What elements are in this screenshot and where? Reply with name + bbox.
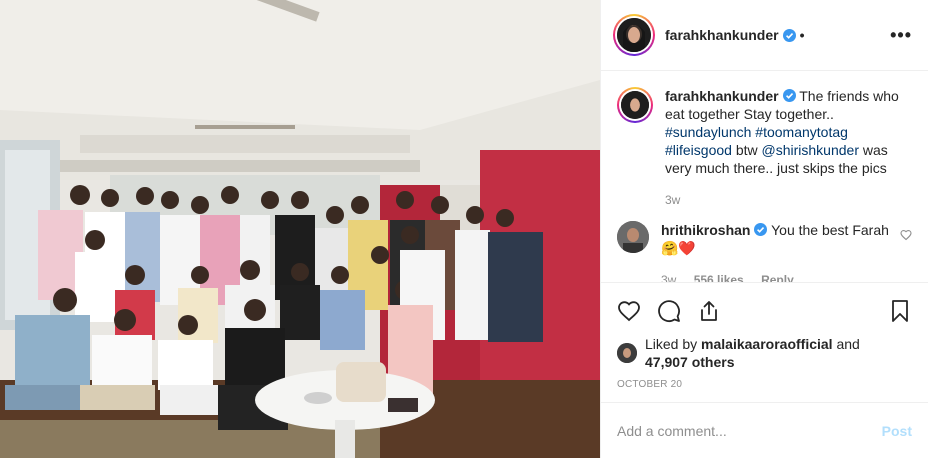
header-username[interactable]: farahkhankunder <box>665 27 779 43</box>
post-comment-button[interactable]: Post <box>882 423 912 439</box>
post-actions: Liked by malaikaaroraofficial and 47,907… <box>601 282 928 390</box>
comment-body: hrithikroshan You the best Farah 🤗❤️ 3w … <box>661 221 912 282</box>
instagram-post-modal: farahkhankunder • ••• farahkhankunder Th… <box>0 0 928 458</box>
caption-username[interactable]: farahkhankunder <box>665 88 779 104</box>
comment-bubble-icon[interactable] <box>657 299 681 323</box>
post-date[interactable]: OCTOBER 20 <box>617 379 912 390</box>
comment: hrithikroshan You the best Farah 🤗❤️ 3w … <box>617 221 912 282</box>
like-heart-icon[interactable] <box>617 299 641 323</box>
caption-text-2: btw <box>731 142 762 158</box>
hashtag-link[interactable]: #lifeisgood <box>665 142 732 158</box>
caption-meta: 3w <box>665 191 912 209</box>
verified-badge-icon <box>782 89 796 102</box>
post-sidebar: farahkhankunder • ••• farahkhankunder Th… <box>600 0 928 458</box>
caption-body: farahkhankunder The friends who eat toge… <box>665 87 912 209</box>
caption: farahkhankunder The friends who eat toge… <box>617 87 912 209</box>
caption-time[interactable]: 3w <box>665 193 680 207</box>
verified-badge-icon <box>782 28 796 42</box>
liked-by-label: Liked by <box>645 336 698 352</box>
post-photo[interactable] <box>0 0 600 458</box>
liker-avatar[interactable] <box>617 343 637 363</box>
likes-text: Liked by malaikaaroraofficial and 47,907… <box>645 335 860 371</box>
group-photo-image <box>0 0 600 458</box>
likes-row: Liked by malaikaaroraofficial and 47,907… <box>617 335 912 371</box>
avatar[interactable] <box>617 18 651 52</box>
comment-likes[interactable]: 556 likes <box>694 273 744 282</box>
bookmark-save-icon[interactable] <box>888 299 912 323</box>
comment-time[interactable]: 3w <box>661 273 676 282</box>
caption-avatar[interactable] <box>621 91 649 119</box>
post-header: farahkhankunder • ••• <box>601 0 928 71</box>
story-ring[interactable] <box>613 14 655 56</box>
comment-meta: 3w 556 likes Reply <box>661 271 892 282</box>
liked-by-user[interactable]: malaikaaroraofficial <box>701 336 833 352</box>
comment-text: You the best Farah <box>771 222 889 238</box>
verified-badge-icon <box>754 223 768 236</box>
share-icon[interactable] <box>697 299 721 323</box>
caption-avatar-image <box>621 91 649 119</box>
comment-like-heart-icon[interactable] <box>900 229 912 241</box>
comments-section: farahkhankunder The friends who eat toge… <box>601 71 928 282</box>
caption-story-ring[interactable] <box>617 87 653 123</box>
comment-avatar-image <box>617 221 649 253</box>
more-options-icon[interactable]: ••• <box>890 25 912 46</box>
action-icons <box>617 291 912 331</box>
separator-dot: • <box>799 27 805 43</box>
add-comment-bar: Post <box>601 402 928 458</box>
comment-username[interactable]: hrithikroshan <box>661 222 750 238</box>
comment-avatar[interactable] <box>617 221 649 253</box>
avatar-image <box>617 18 651 52</box>
hashtags-link[interactable]: #sundaylunch #toomanytotag <box>665 124 848 140</box>
reply-button[interactable]: Reply <box>761 273 794 282</box>
liker-avatar-image <box>617 343 637 363</box>
likes-others-count[interactable]: 47,907 others <box>645 354 735 370</box>
mention-link[interactable]: @shirishkunder <box>762 142 859 158</box>
add-comment-input[interactable] <box>617 422 882 439</box>
comment-emoji: 🤗❤️ <box>661 240 696 256</box>
liked-by-and: and <box>836 336 860 352</box>
